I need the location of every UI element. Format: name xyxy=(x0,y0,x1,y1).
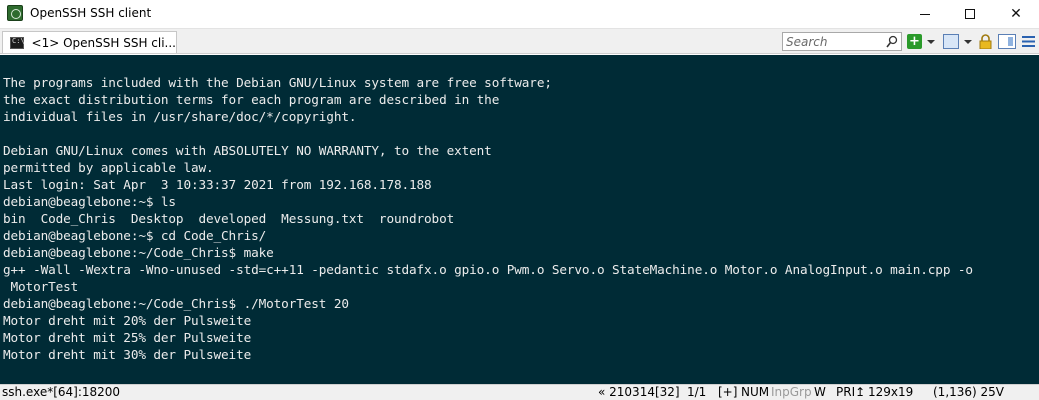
conemu-app-icon[interactable] xyxy=(7,5,23,21)
terminal-line: the exact distribution terms for each pr… xyxy=(3,92,500,107)
terminal-line: debian@beaglebone:~$ cd Code_Chris/ xyxy=(3,228,267,243)
status-size[interactable]: 129x19 xyxy=(868,385,913,400)
terminal-line: Last login: Sat Apr 3 10:33:37 2021 from… xyxy=(3,177,432,192)
status-w[interactable]: W xyxy=(814,385,826,400)
terminal-area[interactable]: The programs included with the Debian GN… xyxy=(0,55,1039,384)
window-list-icon[interactable] xyxy=(943,34,959,49)
terminal-line: Motor dreht mit 30% der Pulsweite xyxy=(3,347,252,362)
search-icon[interactable] xyxy=(886,35,898,48)
status-num[interactable]: NUM xyxy=(741,385,769,400)
maximize-button[interactable] xyxy=(947,0,993,28)
terminal-line: individual files in /usr/share/doc/*/cop… xyxy=(3,109,357,124)
chevron-down-icon[interactable] xyxy=(927,34,935,49)
maximize-icon xyxy=(965,9,975,19)
status-bar: ssh.exe*[64]:18200 « 210314[32] 1/1 [+] … xyxy=(0,384,1039,400)
status-position[interactable]: « 210314[32] xyxy=(598,385,680,400)
search-input[interactable] xyxy=(783,33,883,50)
terminal-line: permitted by applicable law. xyxy=(3,160,214,175)
terminal-line: bin Code_Chris Desktop developed Messung… xyxy=(3,211,455,226)
console-icon xyxy=(10,36,24,49)
title-bar: OpenSSH SSH client ✕ xyxy=(0,0,1039,28)
status-plus[interactable]: [+] xyxy=(718,385,737,400)
minimize-button[interactable] xyxy=(902,0,948,28)
terminal-line: Motor dreht mit 20% der Pulsweite xyxy=(3,313,252,328)
status-inpgrp[interactable]: InpGrp xyxy=(771,385,812,400)
close-button[interactable]: ✕ xyxy=(993,0,1039,28)
terminal-line: MotorTest xyxy=(3,279,79,294)
split-panel-icon[interactable] xyxy=(998,34,1016,49)
status-pri[interactable]: PRI↥ xyxy=(836,385,865,400)
lock-icon[interactable] xyxy=(979,34,992,49)
status-pages[interactable]: 1/1 xyxy=(687,385,706,400)
status-process: ssh.exe*[64]:18200 xyxy=(2,385,121,399)
terminal-line: Motor dreht mit 25% der Pulsweite xyxy=(3,330,252,345)
terminal-line: debian@beaglebone:~/Code_Chris$ ./MotorT… xyxy=(3,296,349,311)
tab-openssh[interactable]: <1> OpenSSH SSH cli... xyxy=(2,31,177,53)
chevron-down-icon[interactable] xyxy=(964,34,972,49)
search-box[interactable] xyxy=(782,32,902,51)
terminal-line: debian@beaglebone:~/Code_Chris$ make xyxy=(3,245,274,260)
terminal-line: Debian GNU/Linux comes with ABSOLUTELY N… xyxy=(3,143,492,158)
terminal-line: The programs included with the Debian GN… xyxy=(3,75,552,90)
terminal-line: g++ -Wall -Wextra -Wno-unused -std=c++11… xyxy=(3,262,973,277)
window-title: OpenSSH SSH client xyxy=(30,6,152,20)
add-console-icon[interactable]: + xyxy=(907,34,922,49)
tab-bar: <1> OpenSSH SSH cli... + xyxy=(0,28,1039,54)
status-cursor[interactable]: (1,136) 25V xyxy=(933,385,1004,400)
hamburger-menu-icon[interactable] xyxy=(1022,34,1035,49)
terminal-line: debian@beaglebone:~$ ls xyxy=(3,194,176,209)
close-icon: ✕ xyxy=(1010,6,1022,22)
minimize-icon xyxy=(920,13,930,15)
tab-label: <1> OpenSSH SSH cli... xyxy=(31,35,176,50)
